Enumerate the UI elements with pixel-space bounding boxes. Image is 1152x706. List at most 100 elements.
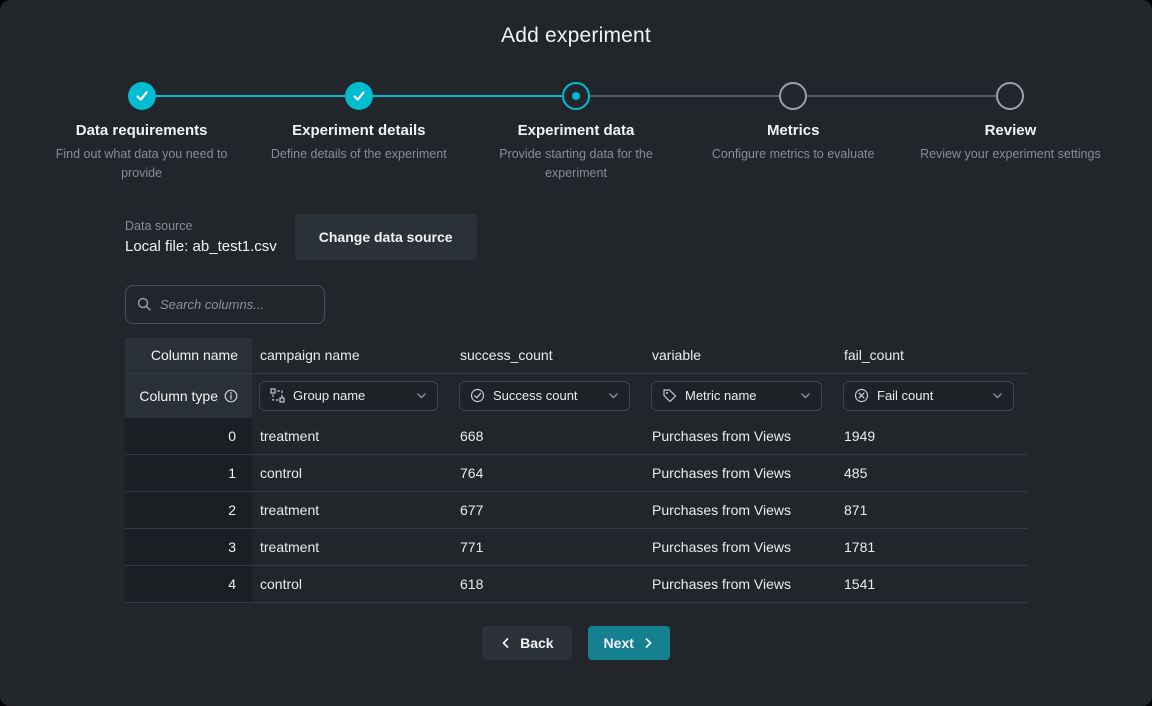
step-connector-line [467, 95, 562, 97]
chevron-down-icon [416, 390, 427, 401]
chevron-left-icon [500, 637, 512, 649]
check-circle-icon [470, 388, 485, 403]
step-description: Define details of the experiment [259, 145, 459, 164]
column-type-row: Column type Group name Success count [125, 374, 1028, 418]
data-source-value: Local file: ab_test1.csv [125, 238, 277, 255]
step-connector-line [685, 95, 780, 97]
cell-campaign-name: treatment [252, 502, 452, 518]
column-type-dropdown-group-name[interactable]: Group name [259, 381, 438, 411]
dropdown-value: Fail count [877, 388, 984, 403]
step-label: Review [902, 122, 1119, 139]
cell-fail-count: 871 [836, 502, 1028, 518]
column-header-variable: variable [644, 347, 836, 363]
table-row: 1 control 764 Purchases from Views 485 [125, 455, 1028, 492]
x-circle-icon [854, 388, 869, 403]
row-index: 1 [125, 455, 252, 491]
step-connector-line [902, 95, 997, 97]
tag-icon [662, 388, 677, 403]
table-row: 4 control 618 Purchases from Views 1541 [125, 566, 1028, 603]
step-description: Review your experiment settings [910, 145, 1110, 164]
back-button[interactable]: Back [482, 626, 571, 660]
stepper-step-experiment-details[interactable]: Experiment details Define details of the… [250, 82, 467, 184]
row-index: 3 [125, 529, 252, 565]
cell-campaign-name: control [252, 576, 452, 592]
cell-success-count: 668 [452, 428, 644, 444]
chevron-down-icon [992, 390, 1003, 401]
cell-fail-count: 485 [836, 465, 1028, 481]
column-name-header: Column name [125, 338, 252, 373]
dropdown-value: Metric name [685, 388, 792, 403]
cell-campaign-name: treatment [252, 428, 452, 444]
step-description: Configure metrics to evaluate [693, 145, 893, 164]
search-icon [136, 296, 152, 312]
back-button-label: Back [520, 635, 553, 651]
step-connector-line [1024, 95, 1119, 97]
page-title: Add experiment [0, 0, 1152, 48]
stepper-step-review[interactable]: Review Review your experiment settings [902, 82, 1119, 184]
cell-variable: Purchases from Views [644, 502, 836, 518]
columns-table: Column name campaign name success_count … [125, 338, 1028, 603]
column-header-fail-count: fail_count [836, 347, 1028, 363]
data-source-section: Data source Local file: ab_test1.csv Cha… [125, 214, 1152, 260]
step-connector-line [373, 95, 468, 97]
step-connector-line [250, 95, 345, 97]
row-index: 2 [125, 492, 252, 528]
row-index: 0 [125, 418, 252, 454]
cell-variable: Purchases from Views [644, 539, 836, 555]
step-current-icon [562, 82, 590, 110]
stepper-step-metrics[interactable]: Metrics Configure metrics to evaluate [685, 82, 902, 184]
column-type-dropdown-metric-name[interactable]: Metric name [651, 381, 822, 411]
cell-success-count: 771 [452, 539, 644, 555]
row-index: 4 [125, 566, 252, 602]
step-connector-line [590, 95, 685, 97]
step-label: Experiment details [250, 122, 467, 139]
dropdown-value: Success count [493, 388, 600, 403]
chevron-right-icon [642, 637, 654, 649]
cell-success-count: 677 [452, 502, 644, 518]
step-upcoming-icon [779, 82, 807, 110]
chevron-down-icon [608, 390, 619, 401]
group-icon [270, 388, 285, 403]
step-description: Provide starting data for the experiment [476, 145, 676, 184]
cell-campaign-name: control [252, 465, 452, 481]
cell-campaign-name: treatment [252, 539, 452, 555]
cell-variable: Purchases from Views [644, 465, 836, 481]
data-source-label: Data source [125, 219, 277, 233]
cell-success-count: 618 [452, 576, 644, 592]
step-complete-check-icon [128, 82, 156, 110]
step-label: Experiment data [467, 122, 684, 139]
cell-variable: Purchases from Views [644, 428, 836, 444]
add-experiment-modal: Add experiment Data requirements Find ou… [0, 0, 1152, 706]
dropdown-value: Group name [293, 388, 408, 403]
step-label: Data requirements [33, 122, 250, 139]
column-type-dropdown-success-count[interactable]: Success count [459, 381, 630, 411]
table-row: 2 treatment 677 Purchases from Views 871 [125, 492, 1028, 529]
table-row: 0 treatment 668 Purchases from Views 194… [125, 418, 1028, 455]
stepper: Data requirements Find out what data you… [33, 82, 1119, 184]
stepper-step-data-requirements[interactable]: Data requirements Find out what data you… [33, 82, 250, 184]
table-row: 3 treatment 771 Purchases from Views 178… [125, 529, 1028, 566]
cell-variable: Purchases from Views [644, 576, 836, 592]
cell-fail-count: 1949 [836, 428, 1028, 444]
step-upcoming-icon [996, 82, 1024, 110]
chevron-down-icon [800, 390, 811, 401]
column-type-dropdown-fail-count[interactable]: Fail count [843, 381, 1014, 411]
step-label: Metrics [685, 122, 902, 139]
column-header-campaign-name: campaign name [252, 347, 452, 363]
cell-fail-count: 1781 [836, 539, 1028, 555]
info-icon[interactable] [224, 389, 238, 403]
search-columns-box[interactable] [125, 285, 325, 324]
search-input[interactable] [160, 297, 314, 312]
stepper-step-experiment-data[interactable]: Experiment data Provide starting data fo… [467, 82, 684, 184]
next-button-label: Next [604, 635, 634, 651]
cell-success-count: 764 [452, 465, 644, 481]
step-connector-line [33, 95, 128, 97]
column-type-header: Column type [125, 374, 252, 418]
next-button[interactable]: Next [588, 626, 670, 660]
change-data-source-button[interactable]: Change data source [295, 214, 477, 260]
step-connector-line [156, 95, 251, 97]
step-description: Find out what data you need to provide [42, 145, 242, 184]
wizard-footer: Back Next [0, 626, 1152, 660]
column-header-success-count: success_count [452, 347, 644, 363]
table-header-row: Column name campaign name success_count … [125, 338, 1028, 374]
